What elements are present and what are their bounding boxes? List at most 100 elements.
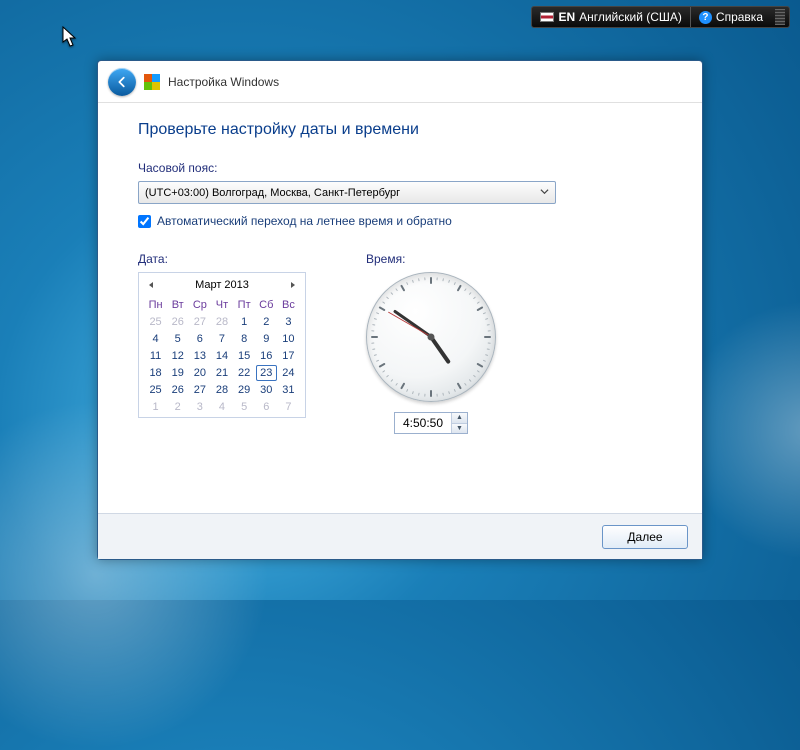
time-input[interactable] xyxy=(395,413,451,433)
calendar-day[interactable]: 4 xyxy=(211,399,232,415)
clock-tick xyxy=(457,285,462,292)
clock-tick xyxy=(448,280,450,283)
clock-center xyxy=(428,334,435,341)
calendar-day[interactable]: 1 xyxy=(145,399,166,415)
calendar-day[interactable]: 22 xyxy=(234,365,255,381)
calendar-day[interactable]: 25 xyxy=(145,382,166,398)
calendar-day[interactable]: 28 xyxy=(211,382,232,398)
time-spin-up[interactable]: ▲ xyxy=(452,413,467,424)
flag-icon xyxy=(540,12,554,22)
clock-tick xyxy=(400,285,405,292)
calendar-next-button[interactable] xyxy=(287,279,299,291)
clock-tick xyxy=(406,389,408,392)
clock-tick xyxy=(477,370,480,373)
calendar-day[interactable]: 18 xyxy=(145,365,166,381)
clock-tick xyxy=(484,336,491,338)
calendar-day[interactable]: 11 xyxy=(145,348,166,364)
calendar-day[interactable]: 12 xyxy=(167,348,188,364)
calendar-day[interactable]: 2 xyxy=(167,399,188,415)
clock-tick xyxy=(371,342,374,343)
calendar-day[interactable]: 14 xyxy=(211,348,232,364)
clock-tick xyxy=(400,382,405,389)
help-button[interactable]: ? Справка xyxy=(690,7,771,27)
time-field[interactable]: ▲ ▼ xyxy=(394,412,468,434)
time-spin-down[interactable]: ▼ xyxy=(452,424,467,434)
calendar-day[interactable]: 26 xyxy=(167,382,188,398)
clock-tick xyxy=(418,278,420,281)
calendar-day[interactable]: 9 xyxy=(256,331,277,347)
calendar-day[interactable]: 21 xyxy=(211,365,232,381)
clock-tick xyxy=(448,391,450,394)
calendar-day[interactable]: 8 xyxy=(234,331,255,347)
clock-tick xyxy=(386,296,389,299)
calendar-day[interactable]: 7 xyxy=(211,331,232,347)
clock-tick xyxy=(483,360,486,362)
calendar-day[interactable]: 25 xyxy=(145,314,166,330)
calendar-day[interactable]: 3 xyxy=(189,399,210,415)
calendar-day[interactable]: 17 xyxy=(278,348,299,364)
window-content: Проверьте настройку даты и времени Часов… xyxy=(98,103,702,513)
calendar-day[interactable]: 24 xyxy=(278,365,299,381)
calendar-day[interactable]: 10 xyxy=(278,331,299,347)
calendar-day[interactable]: 3 xyxy=(278,314,299,330)
calendar-dow: Пн xyxy=(145,297,166,313)
dst-label: Автоматический переход на летнее время и… xyxy=(157,214,452,228)
clock-tick xyxy=(395,383,398,386)
clock-tick xyxy=(473,375,476,378)
calendar-day[interactable]: 28 xyxy=(211,314,232,330)
window-header: Настройка Windows xyxy=(98,61,702,103)
clock-tick xyxy=(374,354,377,356)
calendar-day[interactable]: 13 xyxy=(189,348,210,364)
dst-checkbox-row[interactable]: Автоматический переход на летнее время и… xyxy=(138,214,662,228)
clock-tick xyxy=(488,330,491,331)
clock-tick xyxy=(442,393,444,396)
dst-checkbox[interactable] xyxy=(138,215,151,228)
calendar-day[interactable]: 23 xyxy=(256,365,277,381)
calendar-day[interactable]: 29 xyxy=(234,382,255,398)
calendar-day[interactable]: 15 xyxy=(234,348,255,364)
clock-tick xyxy=(476,306,483,311)
calendar-day[interactable]: 5 xyxy=(167,331,188,347)
clock-tick xyxy=(371,330,374,331)
clock-tick xyxy=(430,390,432,397)
calendar-day[interactable]: 4 xyxy=(145,331,166,347)
back-button[interactable] xyxy=(108,68,136,96)
calendar-day[interactable]: 31 xyxy=(278,382,299,398)
clock-tick xyxy=(436,394,437,397)
clock-tick xyxy=(374,318,377,320)
calendar-prev-button[interactable] xyxy=(145,279,157,291)
calendar-day[interactable]: 5 xyxy=(234,399,255,415)
next-button[interactable]: Далее xyxy=(602,525,688,549)
clock-tick xyxy=(454,389,456,392)
calendar-day[interactable]: 7 xyxy=(278,399,299,415)
clock-tick xyxy=(476,363,483,368)
calendar-dow: Вт xyxy=(167,297,188,313)
grip-icon[interactable] xyxy=(775,9,785,25)
clock-tick xyxy=(376,360,379,362)
calendar-day[interactable]: 19 xyxy=(167,365,188,381)
calendar-day[interactable]: 27 xyxy=(189,382,210,398)
calendar-day[interactable]: 26 xyxy=(167,314,188,330)
calendar-day[interactable]: 16 xyxy=(256,348,277,364)
calendar-month-title[interactable]: Март 2013 xyxy=(157,279,287,291)
calendar-day[interactable]: 20 xyxy=(189,365,210,381)
clock-tick xyxy=(469,379,472,382)
clock-tick xyxy=(424,277,425,280)
arrow-left-icon xyxy=(115,75,129,89)
clock-tick xyxy=(436,277,437,280)
window-title: Настройка Windows xyxy=(168,75,279,89)
lang-name: Английский (США) xyxy=(579,10,682,24)
calendar-dow: Вс xyxy=(278,297,299,313)
language-indicator[interactable]: EN Английский (США) xyxy=(532,7,689,27)
calendar-day[interactable]: 1 xyxy=(234,314,255,330)
timezone-select[interactable]: (UTC+03:00) Волгоград, Москва, Санкт-Пет… xyxy=(138,181,556,204)
calendar-day[interactable]: 27 xyxy=(189,314,210,330)
calendar-day[interactable]: 30 xyxy=(256,382,277,398)
clock-tick xyxy=(424,394,425,397)
clock-tick xyxy=(477,301,480,304)
calendar: Март 2013 ПнВтСрЧтПтСбВс2526272812345678… xyxy=(138,272,306,418)
clock-tick xyxy=(372,348,375,350)
calendar-day[interactable]: 2 xyxy=(256,314,277,330)
calendar-day[interactable]: 6 xyxy=(189,331,210,347)
calendar-day[interactable]: 6 xyxy=(256,399,277,415)
